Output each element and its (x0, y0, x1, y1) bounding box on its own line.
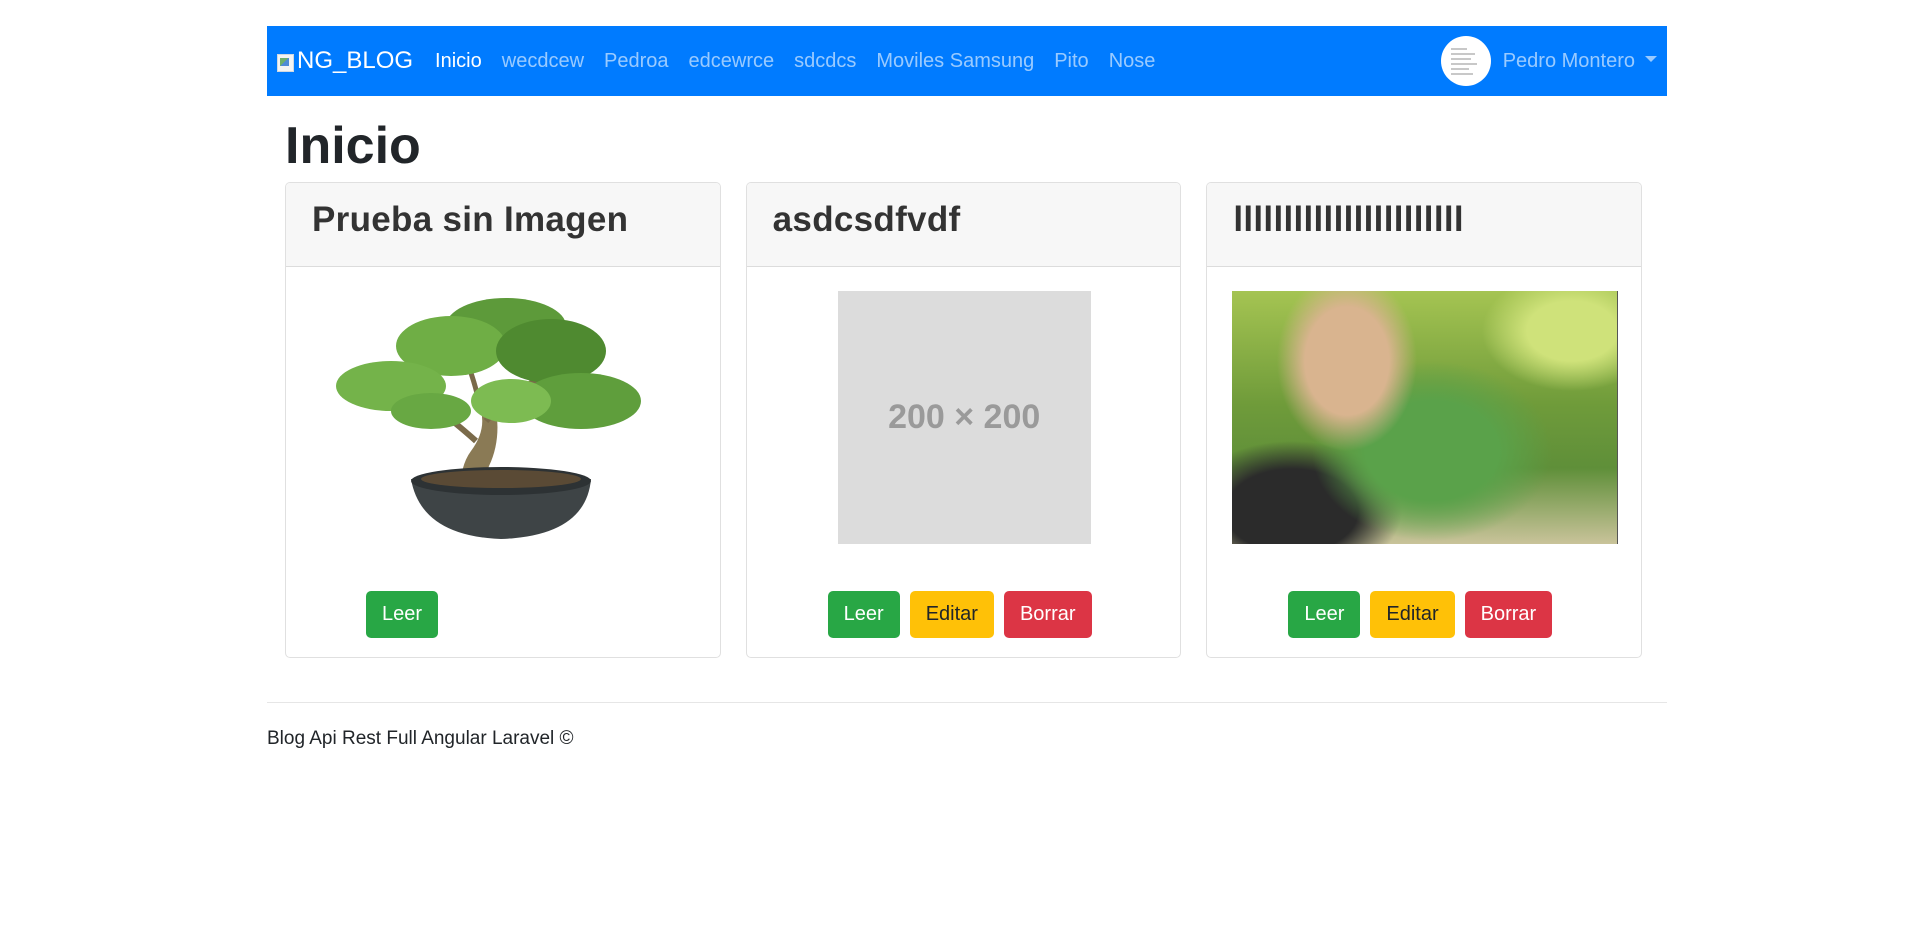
brand-logo-image (277, 54, 294, 72)
user-name: Pedro Montero (1502, 49, 1635, 72)
edit-button[interactable]: Editar (1370, 591, 1455, 638)
delete-button[interactable]: Borrar (1003, 591, 1092, 638)
nav-link-inicio[interactable]: Inicio (435, 50, 482, 73)
nav-link-sdcdcs[interactable]: sdcdcs (794, 50, 856, 73)
nav-link-moviles-samsung[interactable]: Moviles Samsung (876, 50, 1034, 73)
brand-text: NG_BLOG (297, 47, 414, 74)
delete-button[interactable]: Borrar (1464, 591, 1553, 638)
user-menu-dropdown[interactable]: Pedro Montero (1440, 36, 1657, 86)
placeholder-image: 200 × 200 (837, 291, 1091, 544)
post-card: Prueba sin Imagen Leer (285, 182, 721, 658)
post-actions: Leer Editar Borrar (827, 591, 1102, 638)
post-card: lllllllllllllllllllllll Leer Editar Borr… (1206, 182, 1643, 658)
nav-link-wecdcew[interactable]: wecdcew (502, 50, 584, 73)
footer-divider (267, 702, 1667, 703)
nav-link-pedroa[interactable]: Pedroa (604, 50, 669, 73)
edit-button[interactable]: Editar (909, 591, 994, 638)
post-actions: Leer (366, 591, 448, 638)
nav-link-nose[interactable]: Nose (1109, 50, 1156, 73)
footer-text: Blog Api Rest Full Angular Laravel © (267, 728, 574, 749)
navbar: NG_BLOG Inicio wecdcew Pedroa edcewrce s… (267, 26, 1667, 96)
nav-link-edcewrce[interactable]: edcewrce (689, 50, 775, 73)
post-title: Prueba sin Imagen (286, 183, 720, 267)
read-button[interactable]: Leer (366, 591, 439, 638)
avatar (1440, 36, 1491, 86)
nav-link-pito[interactable]: Pito (1054, 50, 1088, 73)
post-list: Prueba sin Imagen Leer asdcsdfvdf 200 × … (285, 182, 1667, 658)
nav-links: Inicio wecdcew Pedroa edcewrce sdcdcs Mo… (435, 50, 1175, 73)
post-title: asdcsdfvdf (746, 183, 1181, 267)
page-title: Inicio (285, 117, 421, 175)
page-container: NG_BLOG Inicio wecdcew Pedroa edcewrce s… (267, 26, 1667, 658)
read-button[interactable]: Leer (1288, 591, 1361, 638)
read-button[interactable]: Leer (827, 591, 900, 638)
caret-down-icon (1645, 56, 1657, 62)
brand-link[interactable]: NG_BLOG (277, 47, 413, 75)
post-actions: Leer Editar Borrar (1288, 591, 1562, 638)
post-card: asdcsdfvdf 200 × 200 Leer Editar Borrar (745, 182, 1182, 658)
post-title: lllllllllllllllllllllll (1207, 183, 1642, 267)
bonsai-tree-image (336, 298, 641, 539)
leaf-photo-image (1232, 291, 1619, 544)
